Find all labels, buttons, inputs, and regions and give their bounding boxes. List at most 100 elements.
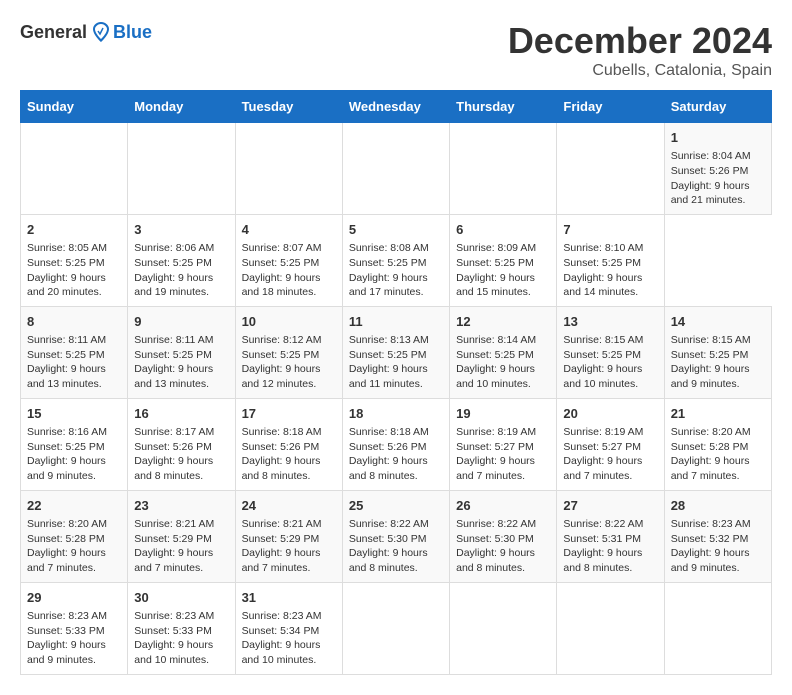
calendar-cell-day-31: 31Sunrise: 8:23 AMSunset: 5:34 PMDayligh…	[235, 582, 342, 674]
sunrise: Sunrise: 8:21 AM	[134, 518, 214, 530]
sunrise: Sunrise: 8:07 AM	[242, 242, 322, 254]
calendar-cell-day-7: 7Sunrise: 8:10 AMSunset: 5:25 PMDaylight…	[557, 214, 664, 306]
day-header-friday: Friday	[557, 91, 664, 123]
daylight: Daylight: 9 hours and 7 minutes.	[563, 455, 642, 482]
day-number: 1	[671, 129, 765, 147]
daylight: Daylight: 9 hours and 9 minutes.	[671, 363, 750, 390]
calendar-week-row: 29Sunrise: 8:23 AMSunset: 5:33 PMDayligh…	[21, 582, 772, 674]
daylight: Daylight: 9 hours and 13 minutes.	[27, 363, 106, 390]
sunset: Sunset: 5:25 PM	[27, 349, 105, 361]
calendar-cell-day-6: 6Sunrise: 8:09 AMSunset: 5:25 PMDaylight…	[450, 214, 557, 306]
sunset: Sunset: 5:30 PM	[349, 533, 427, 545]
calendar-cell-day-15: 15Sunrise: 8:16 AMSunset: 5:25 PMDayligh…	[21, 398, 128, 490]
sunrise: Sunrise: 8:04 AM	[671, 150, 751, 162]
calendar-cell-empty	[664, 582, 771, 674]
calendar-cell-day-23: 23Sunrise: 8:21 AMSunset: 5:29 PMDayligh…	[128, 490, 235, 582]
sunrise: Sunrise: 8:15 AM	[563, 334, 643, 346]
sunrise: Sunrise: 8:09 AM	[456, 242, 536, 254]
sunrise: Sunrise: 8:23 AM	[671, 518, 751, 530]
sunrise: Sunrise: 8:13 AM	[349, 334, 429, 346]
sunset: Sunset: 5:33 PM	[134, 625, 212, 637]
day-number: 10	[242, 313, 336, 331]
daylight: Daylight: 9 hours and 10 minutes.	[456, 363, 535, 390]
day-number: 25	[349, 497, 443, 515]
sunrise: Sunrise: 8:11 AM	[27, 334, 106, 346]
calendar-cell-day-4: 4 Sunrise: 8:07 AM Sunset: 5:25 PM Daylight…	[235, 214, 342, 306]
calendar-cell-day-24: 24Sunrise: 8:21 AMSunset: 5:29 PMDayligh…	[235, 490, 342, 582]
daylight: Daylight: 9 hours and 17 minutes.	[349, 272, 428, 299]
day-header-saturday: Saturday	[664, 91, 771, 123]
daylight: Daylight: 9 hours and 8 minutes.	[349, 455, 428, 482]
daylight: Daylight: 9 hours and 14 minutes.	[563, 272, 642, 299]
day-number: 27	[563, 497, 657, 515]
calendar-cell-day-1: 1Sunrise: 8:04 AMSunset: 5:26 PMDaylight…	[664, 123, 771, 215]
sunrise: Sunrise: 8:16 AM	[27, 426, 107, 438]
calendar-week-row: 15Sunrise: 8:16 AMSunset: 5:25 PMDayligh…	[21, 398, 772, 490]
sunrise: Sunrise: 8:19 AM	[456, 426, 536, 438]
daylight: Daylight: 9 hours and 10 minutes.	[134, 639, 213, 666]
sunrise: Sunrise: 8:20 AM	[671, 426, 751, 438]
calendar-week-row: 22Sunrise: 8:20 AMSunset: 5:28 PMDayligh…	[21, 490, 772, 582]
sunset: Sunset: 5:25 PM	[27, 441, 105, 453]
calendar-table: SundayMondayTuesdayWednesdayThursdayFrid…	[20, 90, 772, 675]
sunset: Sunset: 5:25 PM	[242, 257, 320, 269]
day-header-monday: Monday	[128, 91, 235, 123]
day-number: 17	[242, 405, 336, 423]
day-number: 31	[242, 589, 336, 607]
sunset: Sunset: 5:25 PM	[456, 257, 534, 269]
calendar-cell-day-25: 25 Sunrise: 8:22 AM Sunset: 5:30 PM Dayligh…	[342, 490, 449, 582]
daylight: Daylight: 9 hours and 10 minutes.	[563, 363, 642, 390]
calendar-week-row: 1Sunrise: 8:04 AMSunset: 5:26 PMDaylight…	[21, 123, 772, 215]
day-number: 7	[563, 221, 657, 239]
sunset: Sunset: 5:25 PM	[134, 257, 212, 269]
day-number: 3	[134, 221, 228, 239]
calendar-week-row: 2 Sunrise: 8:05 AM Sunset: 5:25 PM Daylight…	[21, 214, 772, 306]
sunset: Sunset: 5:26 PM	[349, 441, 427, 453]
daylight: Daylight: 9 hours and 9 minutes.	[27, 639, 106, 666]
daylight: Daylight: 9 hours and 21 minutes.	[671, 180, 750, 207]
sunrise: Sunrise: 8:22 AM	[456, 518, 536, 530]
calendar-cell-day-20: 20Sunrise: 8:19 AMSunset: 5:27 PMDayligh…	[557, 398, 664, 490]
day-number: 12	[456, 313, 550, 331]
sunset: Sunset: 5:29 PM	[242, 533, 320, 545]
daylight: Daylight: 9 hours and 8 minutes.	[242, 455, 321, 482]
daylight: Daylight: 9 hours and 11 minutes.	[349, 363, 428, 390]
calendar-cell-empty	[128, 123, 235, 215]
calendar-cell-day-16: 16Sunrise: 8:17 AMSunset: 5:26 PMDayligh…	[128, 398, 235, 490]
sunrise: Sunrise: 8:22 AM	[349, 518, 429, 530]
sunrise: Sunrise: 8:21 AM	[242, 518, 322, 530]
calendar-cell-empty	[21, 123, 128, 215]
day-number: 4	[242, 221, 336, 239]
calendar-cell-day-14: 14Sunrise: 8:15 AMSunset: 5:25 PMDayligh…	[664, 306, 771, 398]
calendar-cell-empty	[450, 123, 557, 215]
sunrise: Sunrise: 8:18 AM	[349, 426, 429, 438]
calendar-cell-day-2: 2Sunrise: 8:05 AMSunset: 5:25 PMDaylight…	[21, 214, 128, 306]
sunrise: Sunrise: 8:15 AM	[671, 334, 751, 346]
calendar-cell-day-18: 18Sunrise: 8:18 AMSunset: 5:26 PMDayligh…	[342, 398, 449, 490]
calendar-cell-day-22: 22Sunrise: 8:20 AMSunset: 5:28 PMDayligh…	[21, 490, 128, 582]
day-number: 5	[349, 221, 443, 239]
sunrise: Sunrise: 8:05 AM	[27, 242, 107, 254]
sunrise: Sunrise: 8:11 AM	[134, 334, 213, 346]
daylight: Daylight: 9 hours and 20 minutes.	[27, 272, 106, 299]
day-number: 29	[27, 589, 121, 607]
sunset: Sunset: 5:28 PM	[671, 441, 749, 453]
calendar-header-row: SundayMondayTuesdayWednesdayThursdayFrid…	[21, 91, 772, 123]
calendar-cell-day-11: 11Sunrise: 8:13 AMSunset: 5:25 PMDayligh…	[342, 306, 449, 398]
daylight: Daylight: 9 hours and 8 minutes.	[349, 547, 428, 574]
daylight: Daylight: 9 hours and 18 minutes.	[242, 272, 321, 299]
calendar-cell-day-5: 5Sunrise: 8:08 AMSunset: 5:25 PMDaylight…	[342, 214, 449, 306]
daylight: Daylight: 9 hours and 13 minutes.	[134, 363, 213, 390]
title-area: December 2024 Cubells, Catalonia, Spain	[508, 20, 772, 80]
sunrise: Sunrise: 8:22 AM	[563, 518, 643, 530]
daylight: Daylight: 9 hours and 7 minutes.	[456, 455, 535, 482]
day-header-thursday: Thursday	[450, 91, 557, 123]
calendar-cell-day-3: 3Sunrise: 8:06 AMSunset: 5:25 PMDaylight…	[128, 214, 235, 306]
day-header-tuesday: Tuesday	[235, 91, 342, 123]
sunrise: Sunrise: 8:10 AM	[563, 242, 643, 254]
daylight: Daylight: 9 hours and 15 minutes.	[456, 272, 535, 299]
day-number: 2	[27, 221, 121, 239]
sunrise: Sunrise: 8:14 AM	[456, 334, 536, 346]
calendar-cell-day-28: 28Sunrise: 8:23 AMSunset: 5:32 PMDayligh…	[664, 490, 771, 582]
calendar-cell-empty	[235, 123, 342, 215]
